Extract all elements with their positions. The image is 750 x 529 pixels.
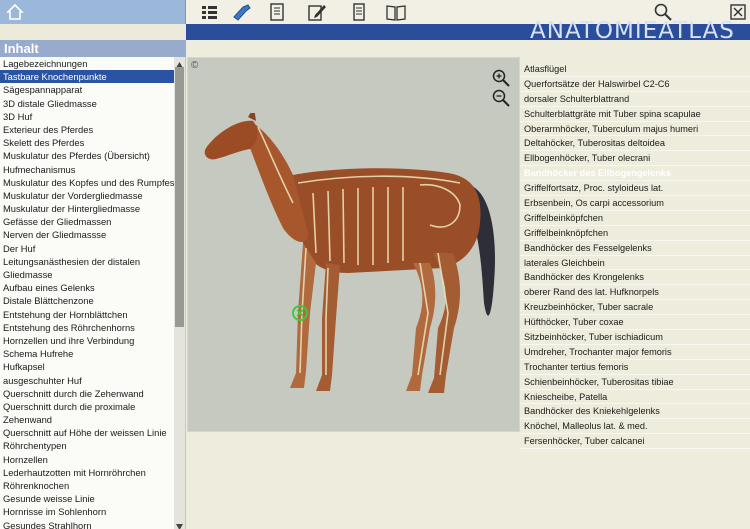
sidebar-item[interactable]: Querschnitt auf Höhe der weissen Linie <box>0 426 174 439</box>
sidebar-item[interactable]: Hornrisse im Sohlenhorn <box>0 505 174 518</box>
sidebar-item[interactable]: Querschnitt durch die Zehenwand <box>0 387 174 400</box>
sidebar-item[interactable]: Distale Blättchenzone <box>0 294 174 307</box>
landmark-item[interactable]: Kniescheibe, Patella <box>520 390 750 405</box>
thumbnails-icon[interactable] <box>199 2 221 22</box>
scroll-thumb[interactable] <box>175 67 184 327</box>
landmark-list-panel: Atlasflügel Querfortsätze der Halswirbel … <box>520 57 750 450</box>
sidebar-item[interactable]: Nerven der Gliedmassse <box>0 228 174 241</box>
sidebar-item[interactable]: Röhrchentypen <box>0 439 174 452</box>
sidebar-item[interactable]: Muskulatur der Vordergliedmasse <box>0 189 174 202</box>
landmark-item[interactable]: Oberarmhöcker, Tuberculum majus humeri <box>520 122 750 137</box>
sidebar-item[interactable]: ausgeschuhter Huf <box>0 374 174 387</box>
landmark-item[interactable]: Atlasflügel <box>520 62 750 77</box>
landmark-item[interactable]: Griffelbeinknöpfchen <box>520 226 750 241</box>
sidebar-item[interactable]: Röhrenknochen <box>0 479 174 492</box>
zoom-in-icon[interactable] <box>491 68 511 88</box>
scroll-down-icon[interactable] <box>174 519 185 529</box>
sidebar-item[interactable]: Sägespannapparat <box>0 83 174 96</box>
sidebar: Lagebezeichnungen Tastbare Knochenpunkte S… <box>0 57 186 529</box>
home-area <box>0 0 186 24</box>
landmark-list: Atlasflügel Querfortsätze der Halswirbel … <box>520 62 750 450</box>
sidebar-item[interactable]: Zehenwand <box>0 413 174 426</box>
landmark-item[interactable]: Griffelfortsatz, Proc. styloideus lat. <box>520 181 750 197</box>
sidebar-item[interactable]: Der Huf <box>0 242 174 255</box>
sidebar-title: Inhalt <box>4 41 39 56</box>
sidebar-item[interactable]: Gefässe der Gliedmassen <box>0 215 174 228</box>
copyright-mark: © <box>191 60 199 71</box>
scrollbar[interactable] <box>174 57 185 529</box>
landmark-item[interactable]: Hüfthöcker, Tuber coxae <box>520 315 750 331</box>
sidebar-item[interactable]: Exterieur des Pferdes <box>0 123 174 136</box>
sidebar-item[interactable]: Skelett des Pferdes <box>0 136 174 149</box>
landmark-item[interactable]: Kreuzbeinhöcker, Tuber sacrale <box>520 300 750 316</box>
landmark-item[interactable]: Schulterblattgräte mit Tuber spina scapu… <box>520 107 750 122</box>
sidebar-item[interactable]: Entstehung des Röhrchenhorns <box>0 321 174 334</box>
sidebar-item[interactable]: Hufkapsel <box>0 360 174 373</box>
landmark-item[interactable]: Bandhöcker des Fesselgelenks <box>520 241 750 256</box>
home-icon[interactable] <box>5 2 25 22</box>
sidebar-list: Lagebezeichnungen Tastbare Knochenpunkte S… <box>0 57 174 529</box>
sidebar-header: Inhalt <box>0 40 186 57</box>
notes-icon[interactable] <box>266 2 288 22</box>
document-icon[interactable] <box>348 2 370 22</box>
sidebar-item[interactable]: Schema Hufrehe <box>0 347 174 360</box>
sidebar-item[interactable]: Hornzellen <box>0 453 174 466</box>
sidebar-item[interactable]: Tastbare Knochenpunkte <box>0 70 174 84</box>
landmark-item[interactable]: Fersenhöcker, Tuber calcanei <box>520 434 750 450</box>
landmark-item[interactable]: Sitzbeinhöcker, Tuber ischiadicum <box>520 330 750 345</box>
sidebar-item[interactable]: Querschnitt durch die proximale <box>0 400 174 413</box>
zoom-out-icon[interactable] <box>491 88 511 108</box>
landmark-item[interactable]: Querfortsätze der Halswirbel C2-C6 <box>520 77 750 92</box>
landmark-item[interactable]: Umdreher, Trochanter major femoris <box>520 345 750 360</box>
landmark-item[interactable]: Erbsenbein, Os carpi accessorium <box>520 196 750 211</box>
horse-anatomy-illustration[interactable] <box>198 113 498 408</box>
main-content: © Atlasflügel Querfortsätze der Halswirb… <box>187 57 750 529</box>
scroll-up-icon[interactable] <box>174 57 185 68</box>
sidebar-item[interactable]: Lederhautzotten mit Hornröhrchen <box>0 466 174 479</box>
sidebar-item[interactable]: Gesunde weisse Linie <box>0 492 174 505</box>
sidebar-item[interactable]: 3D Huf <box>0 110 174 123</box>
sidebar-item[interactable]: Muskulatur des Pferdes (Übersicht) <box>0 149 174 162</box>
sidebar-item[interactable]: Muskulatur der Hintergliedmasse <box>0 202 174 215</box>
book-icon[interactable] <box>385 2 407 22</box>
sidebar-item[interactable]: Leitungsanästhesien der distalen <box>0 255 174 268</box>
landmark-item[interactable]: Bandhöcker des Kniekehlgelenks <box>520 404 750 420</box>
landmark-item[interactable]: Bandhöcker des Ellbogengelenks <box>520 166 750 182</box>
landmark-item[interactable]: Griffelbeinköpfchen <box>520 211 750 226</box>
landmark-item[interactable]: Knöchel, Malleolus lat. & med. <box>520 419 750 435</box>
landmark-item[interactable]: Schienbeinhöcker, Tuberositas tibiae <box>520 375 750 390</box>
sidebar-item[interactable]: Hufmechanismus <box>0 163 174 176</box>
image-panel: © <box>187 57 520 432</box>
edit-icon[interactable] <box>306 2 328 22</box>
landmark-item[interactable]: oberer Rand des lat. Hufknorpels <box>520 285 750 301</box>
sidebar-item[interactable]: Aufbau eines Gelenks <box>0 281 174 294</box>
landmark-item[interactable]: Trochanter tertius femoris <box>520 360 750 375</box>
sidebar-item[interactable]: 3D distale Gliedmasse <box>0 97 174 110</box>
sidebar-item[interactable]: Muskulatur des Kopfes und des Rumpfes <box>0 176 174 189</box>
sidebar-item[interactable]: Lagebezeichnungen <box>0 57 174 70</box>
content-header <box>186 40 750 57</box>
landmark-item[interactable]: Ellbogenhöcker, Tuber olecrani <box>520 151 750 167</box>
landmark-item[interactable]: laterales Gleichbein <box>520 256 750 271</box>
bone-tool-icon[interactable] <box>231 2 253 22</box>
sidebar-item[interactable]: Gesundes Strahlhorn <box>0 519 174 529</box>
sidebar-item[interactable]: Gliedmasse <box>0 268 174 281</box>
landmark-item[interactable]: dorsaler Schulterblattrand <box>520 92 750 107</box>
sidebar-item[interactable]: Hornzellen und ihre Verbindung <box>0 334 174 347</box>
sidebar-item[interactable]: Entstehung der Hornblättchen <box>0 308 174 321</box>
landmark-item[interactable]: Bandhöcker des Krongelenks <box>520 270 750 286</box>
landmark-item[interactable]: Deltahöcker, Tuberositas deltoidea <box>520 136 750 152</box>
